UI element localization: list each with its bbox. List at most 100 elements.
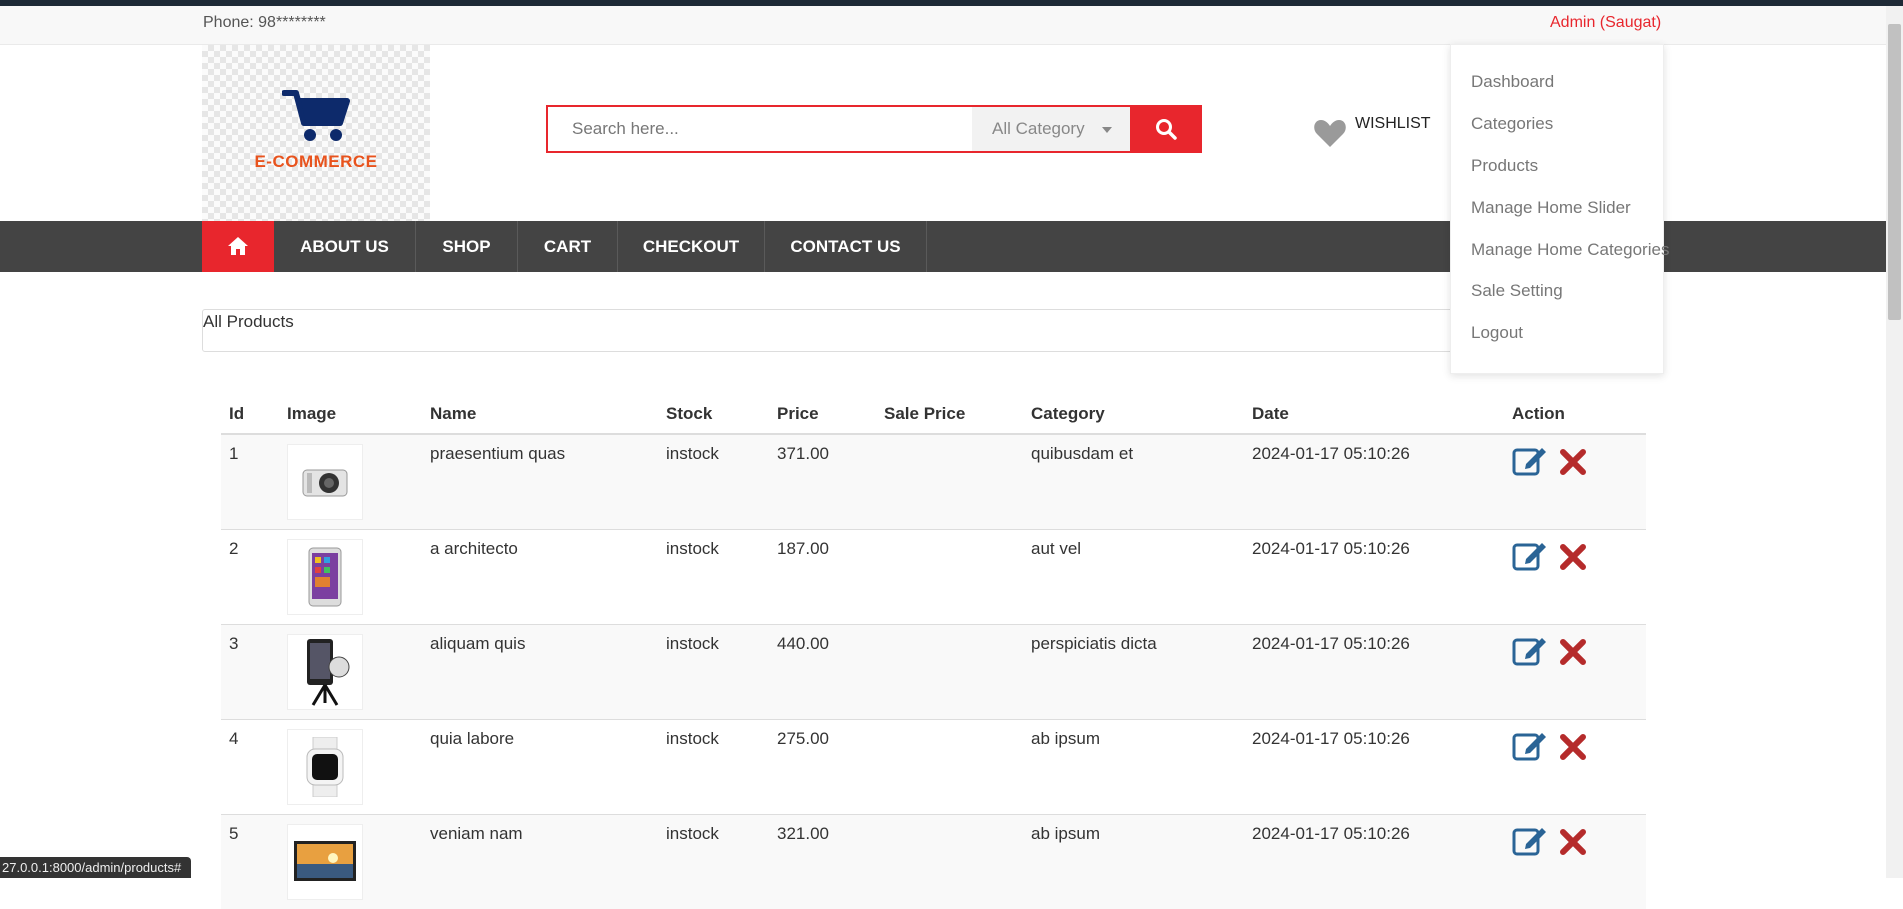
- edit-icon: [1512, 637, 1546, 665]
- cell-date: 2024-01-17 05:10:26: [1244, 813, 1504, 909]
- cell-name: aliquam quis: [422, 623, 658, 719]
- delete-product-button[interactable]: [1558, 824, 1596, 862]
- category-select[interactable]: All Category: [972, 107, 1130, 151]
- search-button[interactable]: [1130, 105, 1202, 153]
- edit-product-button[interactable]: [1512, 729, 1550, 767]
- admin-dropdown-menu: Dashboard Categories Products Manage Hom…: [1450, 44, 1669, 374]
- cell-price: 440.00: [769, 623, 876, 719]
- col-header-image: Image: [279, 395, 422, 435]
- cell-image: [279, 623, 422, 719]
- product-thumbnail: [287, 823, 363, 900]
- cell-sale-price: [876, 813, 1023, 909]
- col-header-id: Id: [221, 395, 279, 435]
- menu-item-logout[interactable]: Logout: [1471, 323, 1523, 343]
- edit-product-button[interactable]: [1512, 539, 1550, 577]
- nav-shop[interactable]: SHOP: [416, 221, 518, 272]
- cell-image: [279, 718, 422, 814]
- cell-id: 1: [221, 433, 279, 529]
- edit-product-button[interactable]: [1512, 444, 1550, 482]
- delete-icon: [1560, 638, 1586, 665]
- cell-price: 371.00: [769, 433, 876, 529]
- delete-product-button[interactable]: [1558, 444, 1596, 482]
- cell-image: [279, 433, 422, 529]
- edit-icon: [1512, 542, 1546, 570]
- cell-action: [1504, 528, 1646, 624]
- products-table: Id Image Name Stock Price Sale Price Cat…: [221, 395, 1646, 909]
- nav-home[interactable]: [202, 221, 274, 272]
- menu-item-categories[interactable]: Categories: [1471, 114, 1553, 134]
- cell-date: 2024-01-17 05:10:26: [1244, 718, 1504, 814]
- products-panel-heading: All Products: [202, 309, 1648, 352]
- col-header-action: Action: [1504, 395, 1646, 435]
- search-form: All Category: [546, 105, 1202, 153]
- menu-item-sale-setting[interactable]: Sale Setting: [1471, 281, 1563, 301]
- cell-date: 2024-01-17 05:10:26: [1244, 623, 1504, 719]
- table-header-row: Id Image Name Stock Price Sale Price Cat…: [221, 395, 1646, 435]
- search-input[interactable]: [548, 107, 972, 151]
- cell-category: ab ipsum: [1023, 813, 1244, 909]
- scrollbar-thumb[interactable]: [1888, 24, 1901, 320]
- edit-product-button[interactable]: [1512, 634, 1550, 672]
- delete-product-button[interactable]: [1558, 634, 1596, 672]
- delete-icon: [1560, 828, 1586, 855]
- search-icon: [1156, 119, 1177, 140]
- menu-item-manage-home-slider[interactable]: Manage Home Slider: [1471, 198, 1631, 218]
- cell-id: 2: [221, 528, 279, 624]
- edit-icon: [1512, 827, 1546, 855]
- delete-product-button[interactable]: [1558, 539, 1596, 577]
- cell-id: 3: [221, 623, 279, 719]
- cell-category: perspiciatis dicta: [1023, 623, 1244, 719]
- cell-category: aut vel: [1023, 528, 1244, 624]
- table-row: 4 quia labore instock 275.00 ab ipsum 2024-01…: [221, 718, 1646, 814]
- menu-item-manage-home-categories[interactable]: Manage Home Categories: [1471, 240, 1669, 260]
- cell-name: veniam nam: [422, 813, 658, 909]
- cell-sale-price: [876, 433, 1023, 529]
- cell-category: ab ipsum: [1023, 718, 1244, 814]
- cell-stock: instock: [658, 813, 769, 909]
- table-row: 5 veniam nam instock 321.00 ab ipsum 2024-01-…: [221, 813, 1646, 909]
- table-row: 2 a architecto instock 187.00 aut vel 2024-01…: [221, 528, 1646, 624]
- table-row: 1 praesentium quas instock 371.00 quibusdam …: [221, 433, 1646, 529]
- col-header-sale-price: Sale Price: [876, 395, 1023, 435]
- nav-checkout[interactable]: CHECKOUT: [618, 221, 765, 272]
- nav-about-us[interactable]: ABOUT US: [274, 221, 416, 272]
- cell-date: 2024-01-17 05:10:26: [1244, 433, 1504, 529]
- cell-stock: instock: [658, 528, 769, 624]
- delete-icon: [1560, 449, 1586, 475]
- wishlist-label: WISHLIST: [1355, 115, 1431, 132]
- col-header-name: Name: [422, 395, 658, 435]
- nav-contact-us[interactable]: CONTACT US: [765, 221, 927, 272]
- cell-name: a architecto: [422, 528, 658, 624]
- table-row: 3 aliquam quis instock 440.00 perspiciatis d…: [221, 623, 1646, 719]
- wishlist-link[interactable]: WISHLIST: [1313, 111, 1433, 161]
- edit-icon: [1512, 448, 1546, 476]
- product-thumbnail: [287, 444, 363, 520]
- cart-logo-icon: [282, 90, 350, 141]
- product-thumbnail: [287, 538, 363, 615]
- cell-action: [1504, 718, 1646, 814]
- category-select-value: All Category: [992, 119, 1085, 138]
- delete-product-button[interactable]: [1558, 729, 1596, 767]
- cell-image: [279, 813, 422, 909]
- menu-item-dashboard[interactable]: Dashboard: [1471, 72, 1554, 92]
- heart-icon: [1314, 120, 1346, 147]
- delete-icon: [1560, 543, 1586, 570]
- delete-icon: [1560, 733, 1586, 760]
- admin-menu-toggle[interactable]: Admin (Saugat): [1550, 14, 1661, 32]
- site-logo[interactable]: E-COMMERCE: [202, 45, 430, 221]
- cell-stock: instock: [658, 433, 769, 529]
- cell-action: [1504, 433, 1646, 529]
- status-bar-url: 27.0.0.1:8000/admin/products#: [0, 857, 192, 878]
- menu-item-products[interactable]: Products: [1471, 156, 1538, 176]
- logo-text: E-COMMERCE: [254, 152, 378, 171]
- cell-price: 187.00: [769, 528, 876, 624]
- cell-image: [279, 528, 422, 624]
- edit-icon: [1512, 732, 1546, 760]
- edit-product-button[interactable]: [1512, 824, 1550, 862]
- nav-cart[interactable]: CART: [518, 221, 618, 272]
- caret-down-icon: [1102, 127, 1112, 133]
- col-header-price: Price: [769, 395, 876, 435]
- cell-sale-price: [876, 528, 1023, 624]
- col-header-date: Date: [1244, 395, 1504, 435]
- home-icon: [228, 237, 248, 255]
